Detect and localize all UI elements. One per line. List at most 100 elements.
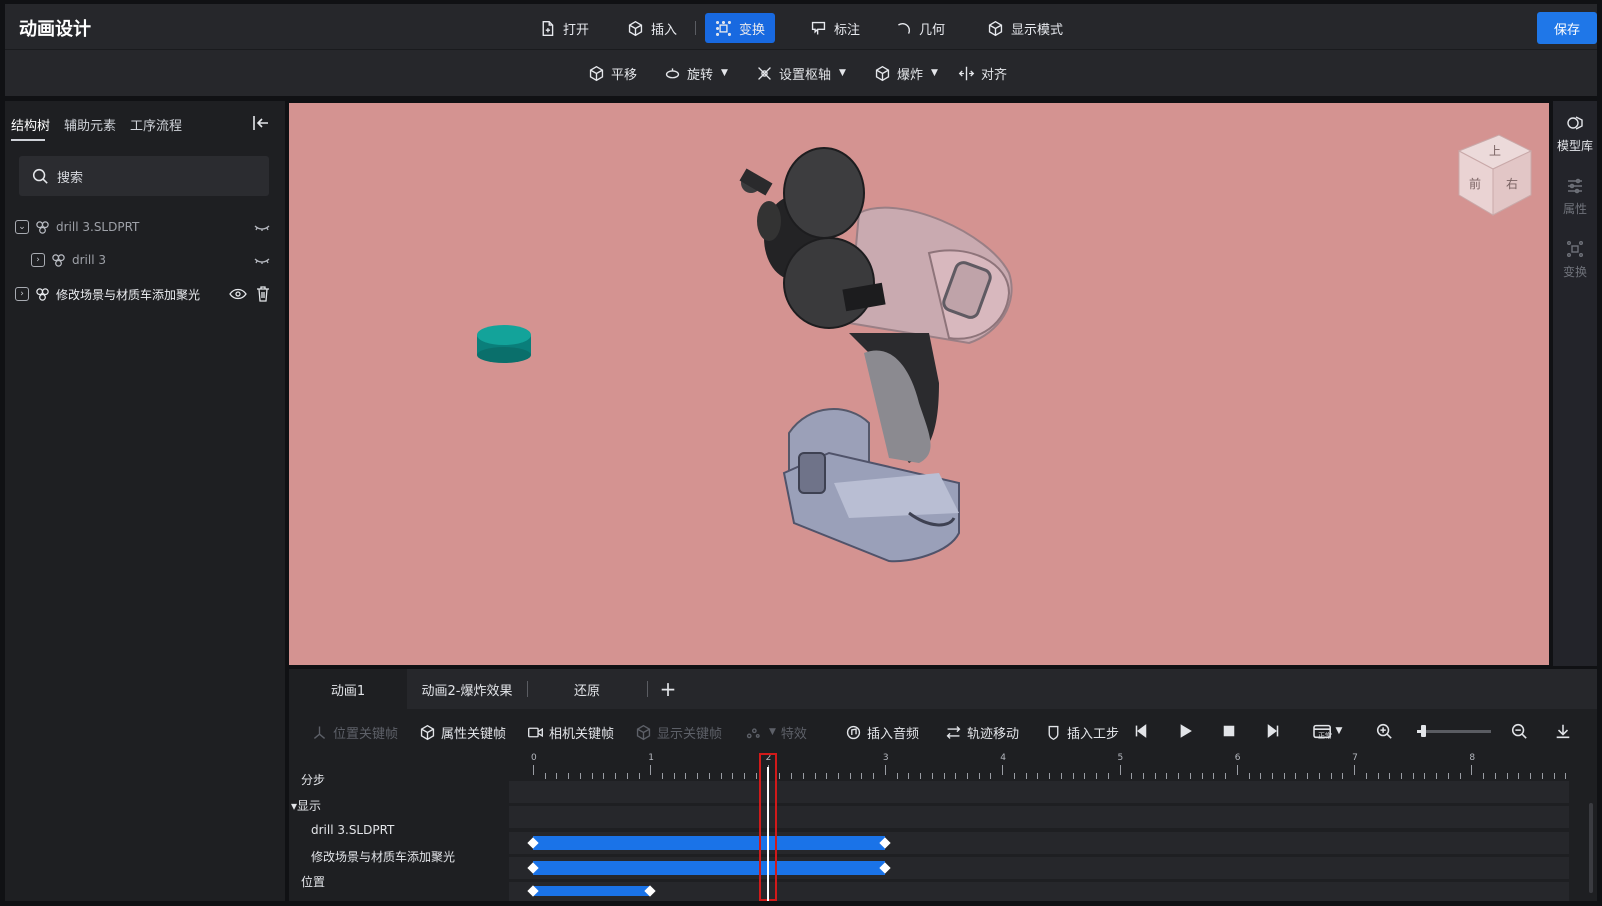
save-button[interactable]: 保存	[1537, 12, 1597, 44]
zoom-in-icon[interactable]	[1372, 719, 1396, 743]
camera-keyframe-button[interactable]: 相机关键帧	[527, 721, 614, 743]
align-button[interactable]: 对齐	[958, 59, 1007, 87]
search-icon	[32, 168, 48, 184]
tab-process-flow[interactable]: 工序流程	[130, 115, 182, 134]
model-library-button[interactable]: 模型库	[1553, 113, 1597, 154]
keyframe-bar[interactable]	[533, 836, 885, 850]
speed-dropdown[interactable]: 正常 ▼	[1307, 719, 1347, 743]
set-pivot-label: 设置枢轴	[779, 67, 832, 83]
keyframe-bar[interactable]	[533, 861, 885, 875]
collapse-panel-icon[interactable]	[251, 113, 271, 133]
tree-item-scene-spotlight[interactable]: › 修改场景与材质车添加聚光	[15, 283, 200, 305]
audio-icon	[846, 725, 861, 739]
keyframe-bar[interactable]	[533, 886, 651, 896]
rotate-icon	[665, 67, 680, 78]
move-cube-icon	[589, 65, 604, 81]
timeline-scrollbar[interactable]	[1589, 803, 1593, 893]
insert-audio-button[interactable]: 插入音频	[845, 721, 919, 743]
camera-keyframe-label: 相机关键帧	[549, 726, 615, 742]
explode-button[interactable]: 爆炸 ▼	[874, 59, 938, 87]
display-keyframe-label: 显示关键帧	[657, 726, 723, 742]
rotate-button[interactable]: 旋转 ▼	[664, 59, 728, 87]
expand-toggle[interactable]: ⌄	[15, 220, 29, 234]
active-tab-indicator	[11, 139, 45, 141]
insert-step-button[interactable]: 插入工步	[1045, 721, 1119, 743]
insert-button[interactable]: 插入	[617, 13, 687, 43]
timeline-tracks[interactable]: 012345678	[509, 753, 1597, 901]
set-pivot-button[interactable]: 设置枢轴 ▼	[756, 59, 846, 87]
keyframe-toolbar: 位置关键帧 属性关键帧 相机关键帧 显示关键帧 ▼ 特效 插入音频 轨迹移动 插…	[289, 709, 1597, 753]
explode-label: 爆炸	[897, 67, 924, 83]
stop-icon[interactable]	[1217, 719, 1241, 743]
tree-item-label: drill 3	[72, 253, 107, 267]
view-cube[interactable]: 上 前 右	[1457, 134, 1533, 216]
zoom-slider-handle[interactable]	[1421, 725, 1426, 737]
tab-animation-1[interactable]: 动画1	[289, 669, 407, 709]
teal-cylinder-model	[477, 325, 531, 363]
tree-item-drill[interactable]: › drill 3	[31, 249, 106, 271]
tab-restore[interactable]: 还原	[529, 669, 645, 709]
search-placeholder: 搜索	[57, 170, 84, 186]
3d-viewport[interactable]: 上 前 右	[289, 103, 1549, 665]
toolbar-divider	[695, 21, 696, 35]
viewcube-right-label[interactable]: 右	[1506, 176, 1518, 191]
rotate-label: 旋转	[687, 67, 714, 83]
annotation-button[interactable]: 标注	[800, 13, 870, 43]
properties-label: 属性	[1562, 202, 1587, 216]
add-tab-icon[interactable]: +	[653, 669, 683, 709]
transform-label: 变换	[739, 22, 766, 38]
display-mode-label: 显示模式	[1011, 22, 1064, 38]
expand-toggle[interactable]: ›	[31, 253, 45, 267]
prev-frame-icon[interactable]	[1129, 719, 1153, 743]
effects-button[interactable]: ▼ 特效	[745, 721, 807, 743]
open-file-icon	[542, 20, 554, 36]
chevron-down-icon: ▼	[1335, 726, 1343, 736]
explode-cube-icon	[875, 65, 890, 81]
position-keyframe-button[interactable]: 位置关键帧	[311, 721, 398, 743]
animation-tabs: 动画1 动画2-爆炸效果 还原 +	[289, 669, 1597, 709]
properties-button[interactable]: 属性	[1553, 176, 1597, 217]
hidden-eye-icon[interactable]	[253, 253, 271, 269]
scene-render: 上 前 右	[477, 134, 1533, 563]
property-keyframe-label: 属性关键帧	[441, 726, 507, 742]
insert-step-label: 插入工步	[1067, 726, 1120, 742]
zoom-slider-track[interactable]	[1417, 730, 1491, 733]
geometry-button[interactable]: 几何	[885, 13, 955, 43]
tab-animation-2-explode[interactable]: 动画2-爆炸效果	[407, 669, 527, 709]
display-keyframe-button[interactable]: 显示关键帧	[635, 721, 722, 743]
translate-button[interactable]: 平移	[588, 59, 637, 87]
arc-icon	[897, 22, 910, 34]
model-library-label: 模型库	[1556, 139, 1593, 153]
viewcube-front-label[interactable]: 前	[1469, 176, 1481, 191]
keyframe-bars	[509, 753, 1569, 901]
eye-icon[interactable]	[229, 286, 247, 302]
annotation-icon	[811, 21, 826, 34]
open-button[interactable]: 打开	[529, 13, 599, 43]
viewcube-top-label[interactable]: 上	[1489, 144, 1501, 158]
axis-icon	[313, 726, 326, 739]
transform-panel-button[interactable]: 变换	[1553, 239, 1597, 280]
right-sidebar: 模型库 属性 变换	[1553, 101, 1597, 666]
tree-item-drill-sldprt[interactable]: ⌄ drill 3.SLDPRT	[15, 216, 139, 238]
row-label-display-group[interactable]: ▾显示	[291, 797, 321, 814]
display-mode-button[interactable]: 显示模式	[977, 13, 1073, 43]
transform-panel-label: 变换	[1562, 265, 1587, 279]
play-icon[interactable]	[1173, 719, 1197, 743]
display-cube-icon	[636, 724, 651, 740]
property-keyframe-button[interactable]: 属性关键帧	[419, 721, 506, 743]
tab-helper-elements[interactable]: 辅助元素	[64, 115, 116, 134]
hidden-eye-icon[interactable]	[253, 220, 271, 236]
next-frame-icon[interactable]	[1261, 719, 1285, 743]
expand-toggle[interactable]: ›	[15, 287, 29, 301]
trajectory-move-button[interactable]: 轨迹移动	[945, 721, 1019, 743]
trajectory-icon	[946, 725, 961, 739]
trash-icon[interactable]	[254, 286, 272, 302]
transform-button[interactable]: 变换	[705, 13, 776, 43]
position-keyframe-label: 位置关键帧	[333, 726, 399, 742]
tree-search-input[interactable]: 搜索	[19, 156, 269, 196]
download-icon[interactable]	[1551, 719, 1575, 743]
tab-structure-tree[interactable]: 结构树	[11, 115, 50, 134]
zoom-out-icon[interactable]	[1507, 719, 1531, 743]
pivot-icon	[758, 66, 771, 80]
insert-label: 插入	[651, 22, 678, 38]
